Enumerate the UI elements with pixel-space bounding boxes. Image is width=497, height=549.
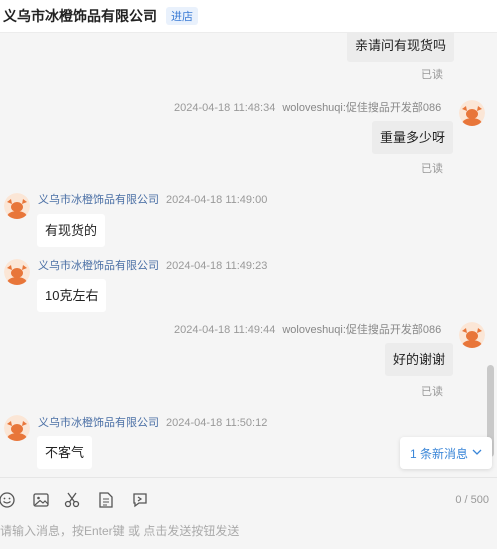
shop-avatar[interactable] xyxy=(4,415,30,441)
buyer-avatar[interactable] xyxy=(459,322,485,348)
shop-name: 义乌市冰橙饰品有限公司 xyxy=(38,260,159,272)
message-time: 2024-04-18 11:48:34 xyxy=(174,102,276,114)
message-bubble: 亲请问有现货吗 xyxy=(347,33,455,62)
message-time: 2024-04-18 11:49:00 xyxy=(166,194,268,206)
message-meta: 义乌市冰橙饰品有限公司 2024-04-18 11:49:23 xyxy=(38,257,267,273)
message-meta: 义乌市冰橙饰品有限公司 2024-04-18 11:49:00 xyxy=(38,191,267,207)
read-status: 已读 xyxy=(421,69,443,81)
char-counter: 0 / 500 xyxy=(455,494,489,506)
message-list[interactable]: 亲请问有现货吗 已读 2024-04-18 11:48:34 woloveshuq… xyxy=(0,33,497,477)
new-message-button[interactable]: 1 条新消息 xyxy=(400,437,492,469)
shop-name: 义乌市冰橙饰品有限公司 xyxy=(38,417,159,429)
message-bubble: 10克左右 xyxy=(37,279,107,312)
message-time: 2024-04-18 11:50:12 xyxy=(166,417,268,429)
composer: 0 / 500 请输入消息，按Enter键 或 点击发送按钮发送 xyxy=(0,477,497,549)
message-meta: 2024-04-18 11:48:34 woloveshuqi:促佳搜品开发部08… xyxy=(174,99,441,115)
sender-name: woloveshuqi:促佳搜品开发部086 xyxy=(282,324,442,336)
quick-reply-icon[interactable] xyxy=(131,491,149,509)
new-message-label: 1 条新消息 xyxy=(409,446,468,461)
avatar-image xyxy=(4,259,30,285)
read-status: 已读 xyxy=(421,163,443,175)
message-bubble: 有现货的 xyxy=(37,214,106,247)
sender-name: woloveshuqi:促佳搜品开发部086 xyxy=(282,102,442,114)
shop-avatar[interactable] xyxy=(4,259,30,285)
chevron-down-icon xyxy=(472,447,482,460)
shop-avatar[interactable] xyxy=(4,193,30,219)
enter-shop-button[interactable]: 进店 xyxy=(166,7,198,25)
emoji-icon[interactable] xyxy=(0,491,16,509)
message-meta: 2024-04-18 11:49:44 woloveshuqi:促佳搜品开发部08… xyxy=(174,321,441,337)
message-meta: 义乌市冰橙饰品有限公司 2024-04-18 11:50:12 xyxy=(38,414,267,430)
avatar-image xyxy=(459,100,485,126)
message-input[interactable]: 请输入消息，按Enter键 或 点击发送按钮发送 xyxy=(0,522,239,539)
message-bubble: 好的谢谢 xyxy=(385,343,454,376)
read-status: 已读 xyxy=(421,386,443,398)
image-icon[interactable] xyxy=(32,491,50,509)
scissors-icon[interactable] xyxy=(63,491,81,509)
avatar-image xyxy=(4,415,30,441)
message-time: 2024-04-18 11:49:23 xyxy=(166,260,268,272)
chat-header: 义乌市冰橙饰品有限公司 进店 xyxy=(0,0,497,33)
buyer-avatar[interactable] xyxy=(459,100,485,126)
message-bubble: 重量多少呀 xyxy=(372,121,454,154)
document-icon[interactable] xyxy=(97,491,115,509)
message-time: 2024-04-18 11:49:44 xyxy=(174,324,276,336)
shop-name: 义乌市冰橙饰品有限公司 xyxy=(38,194,159,206)
avatar-image xyxy=(459,322,485,348)
message-bubble: 不客气 xyxy=(37,436,93,469)
shop-title: 义乌市冰橙饰品有限公司 xyxy=(3,8,157,24)
avatar-image xyxy=(4,193,30,219)
